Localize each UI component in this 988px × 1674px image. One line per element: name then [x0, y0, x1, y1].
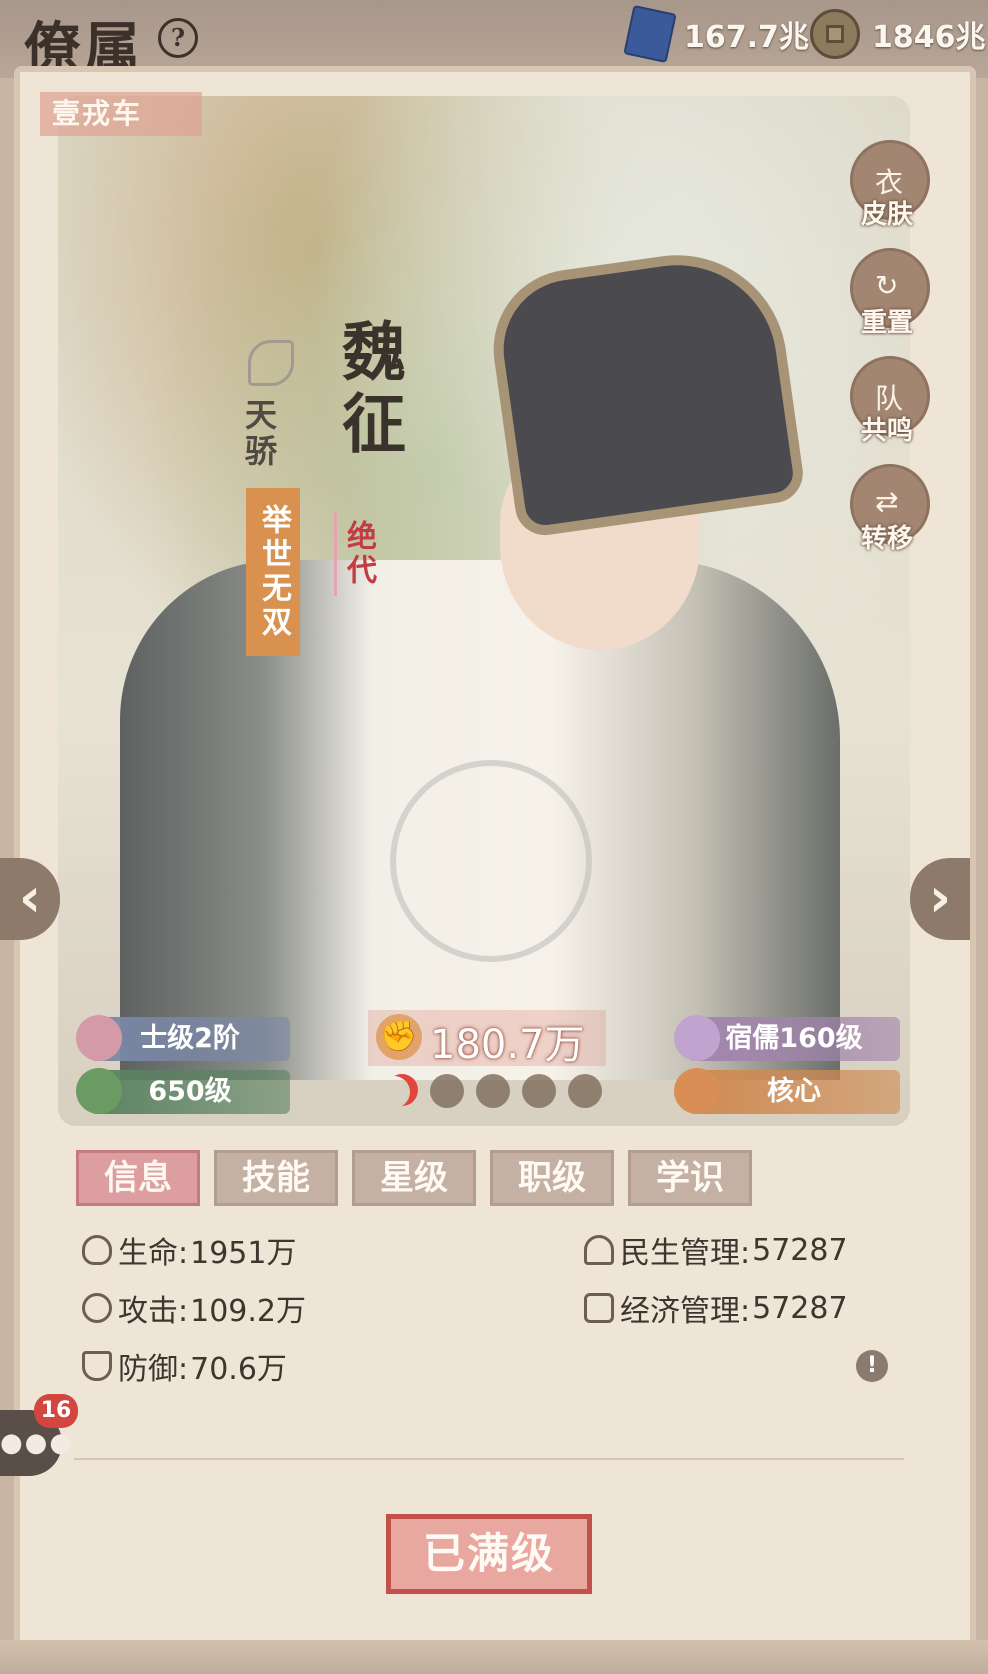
character-name: 魏征	[331, 318, 406, 462]
transfer-icon: ⇄	[875, 485, 899, 518]
tab-knowledge[interactable]: 学识	[628, 1150, 752, 1206]
attr-value: 1951万	[190, 1236, 297, 1271]
resource-book[interactable]: 167.7兆	[623, 4, 809, 64]
sword-icon	[674, 1068, 720, 1114]
tab-bar: 信息 技能 星级 职级 学识	[76, 1150, 752, 1206]
power-display: ✊ 180.7万	[368, 1010, 606, 1068]
attr-health: 生命: 1951万	[82, 1228, 296, 1272]
fist-icon: ✊	[376, 1014, 422, 1060]
attr-attack: 攻击: 109.2万	[82, 1286, 306, 1330]
divider	[74, 1458, 904, 1460]
skin-label: 皮肤	[860, 200, 913, 230]
shield-icon	[82, 1351, 112, 1381]
book-icon	[623, 4, 677, 64]
rank-text: 士级2阶	[140, 1023, 240, 1054]
attr-economy: 经济管理: 57287	[584, 1286, 848, 1330]
attr-label: 民生管理:	[620, 1236, 751, 1271]
tab-stars[interactable]: 星级	[352, 1150, 476, 1206]
robe-emblem	[390, 760, 592, 962]
resonance-label: 共鸣	[860, 416, 913, 446]
attr-label: 经济管理:	[620, 1294, 751, 1329]
role-text: 核心	[767, 1076, 821, 1107]
resource-coin[interactable]: 1846兆	[810, 9, 986, 59]
star-slot	[476, 1074, 510, 1108]
chat-icon: ●●●	[0, 1428, 75, 1458]
bottom-strip	[0, 1640, 988, 1674]
attr-label: 防御:	[118, 1352, 189, 1387]
attr-value: 57287	[752, 1290, 848, 1326]
fan-icon	[674, 1015, 720, 1061]
chat-badge: 16	[34, 1394, 78, 1428]
character-title: 天骄	[240, 398, 278, 470]
attack-icon	[82, 1293, 112, 1323]
transfer-label: 转移	[860, 524, 913, 554]
attr-livelihood: 民生管理: 57287	[584, 1228, 848, 1272]
rank-icon	[76, 1015, 122, 1061]
tab-info[interactable]: 信息	[76, 1150, 200, 1206]
details-info-icon[interactable]: !	[856, 1350, 888, 1382]
people-icon	[584, 1235, 614, 1265]
star-row	[386, 1074, 602, 1108]
tab-skills[interactable]: 技能	[214, 1150, 338, 1206]
level-pill: 650级	[76, 1068, 290, 1114]
mentor-pill[interactable]: 宿儒160级	[674, 1015, 900, 1061]
level-book-icon	[76, 1068, 122, 1114]
badge-main: 举世无双	[246, 488, 300, 656]
attr-defense: 防御: 70.6万	[82, 1344, 287, 1388]
star-slot	[568, 1074, 602, 1108]
attr-value: 109.2万	[190, 1294, 306, 1329]
badge-rarity: 绝代	[334, 512, 379, 596]
reset-icon: ↻	[875, 269, 899, 302]
level-text: 650级	[148, 1076, 232, 1107]
max-level-stamp: 已满级	[386, 1514, 592, 1594]
attr-label: 攻击:	[118, 1294, 189, 1329]
resource-coin-value: 1846兆	[872, 20, 986, 55]
mentor-text: 宿儒160级	[725, 1023, 863, 1054]
role-pill[interactable]: 核心	[674, 1068, 900, 1114]
hero-hat	[483, 241, 807, 539]
dragon-icon	[248, 340, 294, 386]
coin-icon	[810, 9, 860, 59]
tab-rank[interactable]: 职级	[490, 1150, 614, 1206]
attr-value: 57287	[752, 1232, 848, 1268]
attr-value: 70.6万	[190, 1352, 287, 1387]
attr-label: 生命:	[118, 1236, 189, 1271]
star-slot	[522, 1074, 556, 1108]
star-slot	[430, 1074, 464, 1108]
character-tag: 壹戎车	[40, 92, 202, 136]
resource-book-value: 167.7兆	[684, 20, 809, 55]
heart-icon	[82, 1235, 112, 1265]
moon-icon	[386, 1074, 418, 1106]
power-value: 180.7万	[430, 1022, 585, 1068]
help-icon[interactable]: ?	[158, 18, 198, 58]
abacus-icon	[584, 1293, 614, 1323]
rank-pill: 士级2阶	[76, 1015, 290, 1061]
reset-label: 重置	[860, 308, 913, 338]
character-portrait	[58, 96, 910, 1126]
